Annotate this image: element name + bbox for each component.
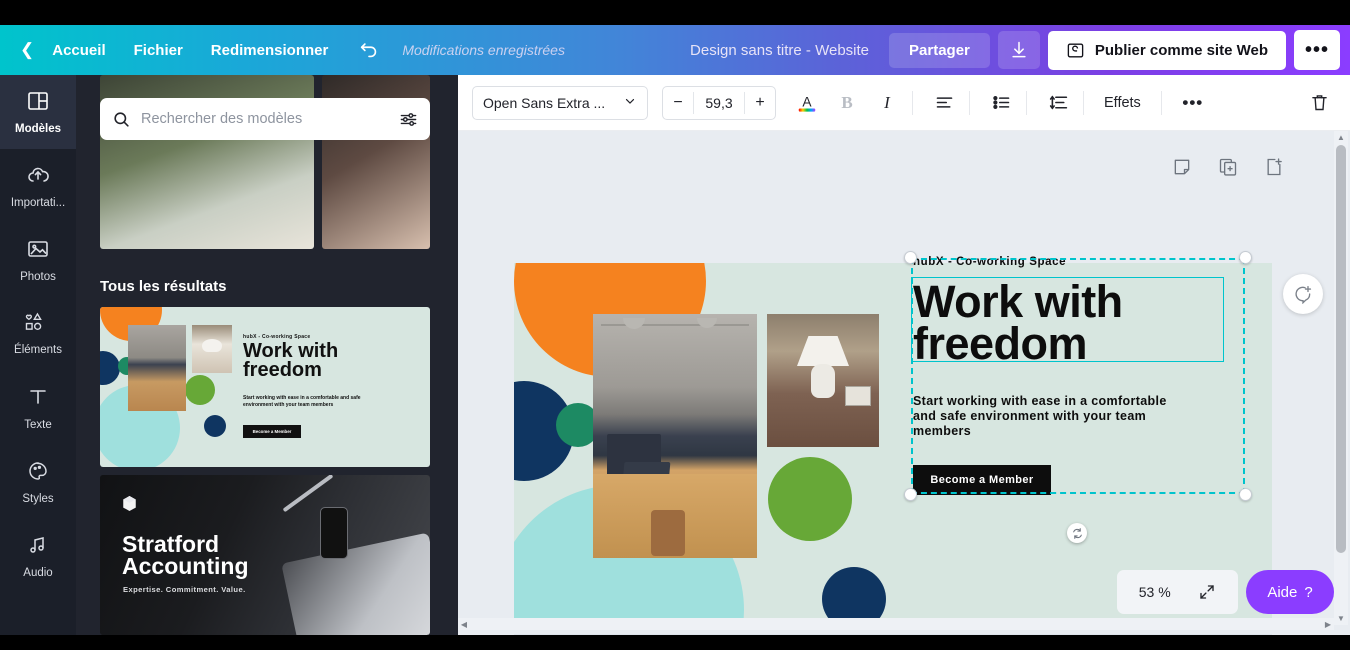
comment-add-icon [1293,284,1313,304]
top-bar: ❮ Accueil Fichier Redimensionner Modific… [0,25,1350,75]
templates-panel: Tous les résultats hubX - Co-working Spa… [76,75,458,635]
expand-icon[interactable] [1198,583,1216,601]
zoom-control[interactable]: 53 % [1117,570,1238,614]
results-section-title: Tous les résultats [100,278,227,295]
font-size-stepper: − 59,3 + [662,85,776,120]
toolbar-more-button[interactable]: ••• [1176,86,1210,120]
text-edit-box-outline [911,277,1224,362]
sidebar-item-label: Styles [22,493,54,505]
add-page-button[interactable]: + Ajouter une page [514,634,1272,635]
svg-text:A: A [802,94,812,109]
cube-logo-icon [122,495,137,517]
save-status: Modifications enregistrées [402,42,565,58]
website-icon [1066,41,1085,60]
topbar-more-button[interactable]: ••• [1294,30,1340,70]
align-left-icon[interactable] [927,86,961,120]
file-menu-button[interactable]: Fichier [120,35,197,66]
add-page-icon[interactable] [1264,157,1284,182]
selection-handle-top-right[interactable] [1239,251,1252,264]
scroll-down-arrow-icon[interactable]: ▼ [1334,612,1348,625]
sidebar-item-label: Audio [23,567,53,579]
resize-button[interactable]: Redimensionner [197,35,343,66]
help-label: Aide [1267,583,1298,601]
text-toolbar: Open Sans Extra ... − 59,3 + A B I Effet… [458,75,1350,131]
editor-area: Open Sans Extra ... − 59,3 + A B I Effet… [458,75,1350,635]
sidebar-item-label: Photos [20,271,56,283]
font-family-select[interactable]: Open Sans Extra ... [472,85,648,120]
sidebar-item-label: Éléments [14,344,62,356]
zoom-level-value: 53 % [1138,584,1171,600]
shapes-icon [25,312,51,339]
rotate-icon[interactable] [1067,523,1087,543]
page-action-icons [1172,157,1284,182]
filter-sliders-icon[interactable] [399,110,418,129]
scroll-left-arrow-icon[interactable]: ◀ [458,618,470,630]
duplicate-page-icon[interactable] [1218,157,1238,182]
selection-handle-bottom-right[interactable] [1239,488,1252,501]
sidebar-item-importations[interactable]: Importati... [0,149,76,223]
sidebar-item-elements[interactable]: Éléments [0,297,76,371]
font-size-decrease-button[interactable]: − [663,87,693,119]
sidebar-item-modeles[interactable]: Modèles [0,75,76,149]
horizontal-scrollbar[interactable]: ◀ ▶ [458,618,1334,630]
bold-button[interactable]: B [830,86,864,120]
thumb-headline: Work with freedom [243,340,339,381]
sidebar-item-audio[interactable]: Audio [0,519,76,593]
sidebar-item-texte[interactable]: Texte [0,371,76,445]
search-input[interactable] [141,111,389,127]
sidebar-item-photos[interactable]: Photos [0,223,76,297]
coworking-office-image[interactable] [593,314,757,558]
publish-label: Publier comme site Web [1094,41,1268,59]
sidebar-item-label: Importati... [10,197,66,209]
chevron-down-icon [623,94,637,111]
publish-website-button[interactable]: Publier comme site Web [1047,30,1286,70]
thumb-title-line2: Accounting [122,553,249,579]
thumb-tagline: Expertise. Commitment. Value. [123,585,246,594]
sidebar-item-styles[interactable]: Styles [0,445,76,519]
bullet-list-icon[interactable] [984,86,1018,120]
download-icon[interactable] [997,31,1040,69]
font-size-increase-button[interactable]: + [745,87,775,119]
left-rail: Modèles Importati... Photos Éléments Tex… [0,75,76,635]
document-title[interactable]: Design sans titre - Website [676,35,883,66]
help-button[interactable]: Aide ? [1246,570,1334,614]
home-button[interactable]: Accueil [38,35,119,66]
shape-green-circle[interactable] [768,457,852,541]
sidebar-item-label: Modèles [14,123,61,135]
trash-icon[interactable] [1302,86,1336,120]
add-comment-button[interactable] [1283,274,1323,314]
thumb-body: Start working with ease in a comfortable… [243,395,361,408]
vertical-scrollbar-thumb[interactable] [1336,145,1346,553]
photo-icon [26,237,50,266]
scroll-right-arrow-icon[interactable]: ▶ [1322,618,1334,630]
line-spacing-icon[interactable] [1041,86,1075,120]
effects-button[interactable]: Effets [1092,87,1153,119]
upload-cloud-icon [26,163,50,192]
text-icon [26,385,50,414]
template-thumbnail-hubx[interactable]: hubX - Co-working Space Work with freedo… [100,307,430,467]
selection-handle-bottom-left[interactable] [904,488,917,501]
music-note-icon [26,533,50,562]
template-thumbnail-stratford[interactable]: Stratford Accounting Expertise. Commitme… [100,475,430,635]
help-question-mark: ? [1304,583,1313,601]
share-button[interactable]: Partager [889,32,990,68]
font-size-input[interactable]: 59,3 [694,95,744,111]
text-color-icon[interactable]: A [790,86,824,120]
search-bar [100,98,430,140]
search-icon [112,110,131,129]
scroll-up-arrow-icon[interactable]: ▲ [1334,131,1348,144]
sidebar-item-label: Texte [24,419,52,431]
thumb-cta: Become a Member [243,425,301,438]
selection-handle-top-left[interactable] [904,251,917,264]
templates-icon [26,89,50,118]
undo-icon[interactable] [352,33,386,67]
palette-icon [26,459,50,488]
font-family-value: Open Sans Extra ... [483,94,606,111]
italic-button[interactable]: I [870,86,904,120]
back-icon[interactable]: ❮ [10,40,38,60]
vertical-scrollbar[interactable]: ▲ ▼ [1334,131,1348,625]
lamp-interior-image[interactable] [767,314,879,447]
notes-icon[interactable] [1172,157,1192,182]
